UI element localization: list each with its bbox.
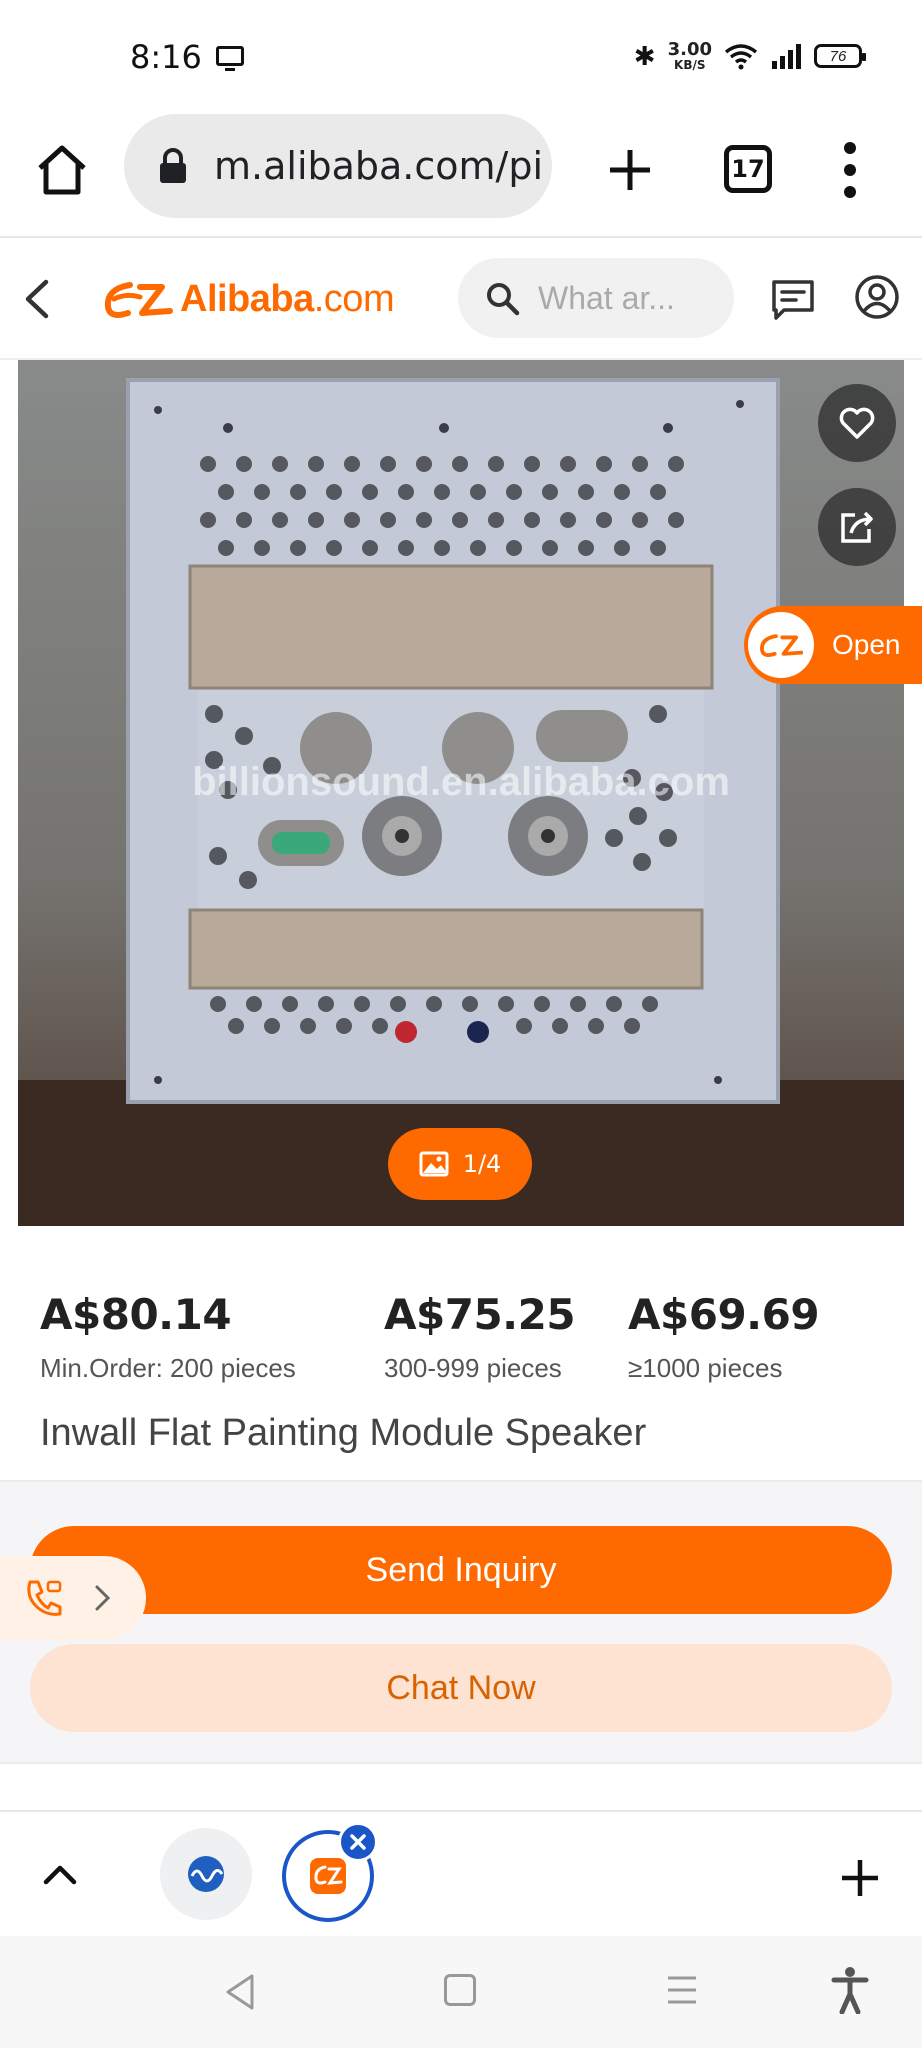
open-in-app-button[interactable]: Open <box>744 606 922 684</box>
wifi-icon <box>724 44 758 70</box>
network-speed-unit: KB/S <box>674 58 706 72</box>
more-vertical-icon[interactable] <box>836 142 864 198</box>
close-icon <box>350 1834 366 1850</box>
search-input[interactable]: What ar... <box>458 258 734 338</box>
url-text: m.alibaba.com/pi <box>214 144 544 188</box>
home-square-icon[interactable] <box>444 1974 476 2006</box>
wave-app-icon <box>188 1856 224 1892</box>
logo-text-main: Alibaba <box>180 277 314 320</box>
phone-icon <box>27 1580 62 1616</box>
bluetooth-icon: ✱ <box>633 40 656 71</box>
image-icon <box>419 1151 449 1177</box>
image-counter-badge[interactable]: 1/4 <box>388 1128 532 1200</box>
section-divider <box>0 1762 922 1792</box>
price-value: A$75.25 <box>384 1290 576 1339</box>
signal-icon <box>772 44 801 69</box>
network-speed: 3.00 KB/S <box>667 39 712 72</box>
browser-tab-strip <box>0 1810 922 1936</box>
tab-count-button[interactable]: 17 <box>724 145 772 193</box>
system-navigation-bar <box>0 1936 922 2048</box>
image-watermark: billionsound.en.alibaba.com <box>192 760 730 804</box>
address-bar[interactable]: m.alibaba.com/pi <box>124 114 552 218</box>
call-supplier-tab[interactable] <box>0 1556 146 1640</box>
status-indicators: ✱ 3.00 KB/S 76 <box>633 36 866 76</box>
logo-text-suffix: .com <box>313 277 395 320</box>
price-tier-2: A$75.25 300-999 pieces <box>384 1290 576 1384</box>
back-triangle-icon[interactable] <box>222 1972 258 2012</box>
user-icon[interactable] <box>854 274 900 320</box>
screen-cast-icon <box>216 46 244 71</box>
search-placeholder: What ar... <box>538 279 675 316</box>
close-tab-button[interactable] <box>338 1822 378 1862</box>
home-icon[interactable] <box>34 142 90 198</box>
tab-thumbnail-1[interactable] <box>160 1828 252 1920</box>
favorite-button[interactable] <box>818 384 896 462</box>
alibaba-app-icon <box>748 612 814 678</box>
site-header: Alibaba.com What ar... <box>0 238 922 360</box>
chevron-left-icon[interactable] <box>16 274 56 324</box>
price-value: A$69.69 <box>628 1290 820 1339</box>
alibaba-logo[interactable]: Alibaba.com <box>100 274 395 324</box>
share-icon <box>841 511 873 543</box>
browser-toolbar: m.alibaba.com/pi 17 <box>0 112 922 238</box>
chevron-up-icon[interactable] <box>40 1856 80 1892</box>
product-title: Inwall Flat Painting Module Speaker <box>40 1412 647 1454</box>
price-quantity: 300-999 pieces <box>384 1353 562 1383</box>
product-image[interactable]: billionsound.en.alibaba.com <box>18 360 904 1226</box>
status-bar: 8:16 ✱ 3.00 KB/S 76 <box>0 0 922 112</box>
price-quantity: Min.Order: 200 pieces <box>40 1353 296 1383</box>
chevron-right-icon <box>95 1585 111 1611</box>
alibaba-logo-icon <box>104 282 173 318</box>
price-tier-3: A$69.69 ≥1000 pieces <box>628 1290 820 1384</box>
share-button[interactable] <box>818 488 896 566</box>
price-quantity: ≥1000 pieces <box>628 1353 783 1383</box>
search-icon <box>487 283 520 316</box>
chat-now-button[interactable]: Chat Now <box>30 1644 892 1732</box>
price-value: A$80.14 <box>40 1290 232 1339</box>
logo-text: Alibaba.com <box>180 277 395 321</box>
lock-icon <box>160 148 186 183</box>
accessibility-icon[interactable] <box>830 1966 870 2014</box>
open-label: Open <box>832 629 901 660</box>
alibaba-tab-icon <box>310 1858 346 1894</box>
send-inquiry-button[interactable]: Send Inquiry <box>30 1526 892 1614</box>
heart-icon <box>839 407 875 439</box>
image-counter-text: 1/4 <box>462 1150 502 1178</box>
plus-icon[interactable] <box>838 1856 882 1900</box>
message-icon[interactable] <box>770 276 816 322</box>
status-time: 8:16 <box>130 38 202 76</box>
battery-indicator: 76 <box>814 44 866 68</box>
network-speed-value: 3.00 <box>667 39 712 60</box>
recents-icon[interactable] <box>664 1972 700 2008</box>
plus-icon[interactable] <box>600 140 660 200</box>
price-tier-1: A$80.14 Min.Order: 200 pieces <box>40 1290 296 1384</box>
